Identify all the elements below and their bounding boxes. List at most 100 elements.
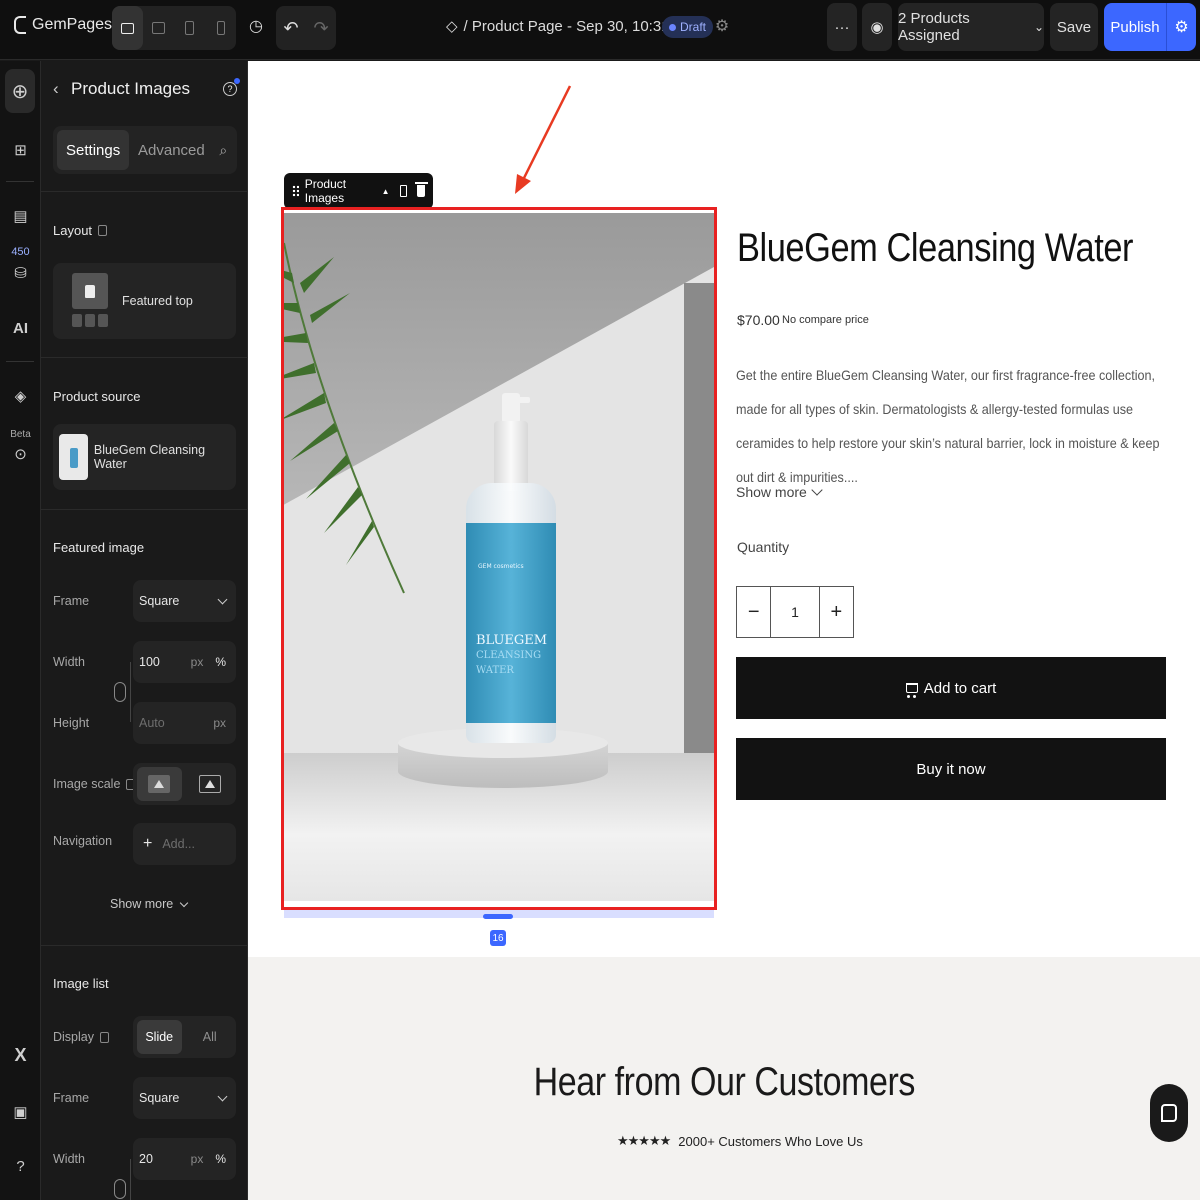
image-scale-text: Image scale bbox=[53, 777, 121, 791]
chevron-down-icon bbox=[811, 483, 823, 496]
search-icon[interactable]: ⌕ bbox=[213, 130, 233, 170]
tag-icon: ◇ bbox=[446, 18, 458, 35]
mobile-view-button[interactable] bbox=[205, 6, 236, 50]
plus-icon: + bbox=[143, 835, 153, 852]
tab-advanced[interactable]: Advanced bbox=[133, 130, 209, 170]
pages-icon[interactable]: ▤ bbox=[0, 205, 41, 227]
quantity-value[interactable]: 1 bbox=[770, 587, 820, 637]
navigation-label: Navigation bbox=[53, 834, 113, 848]
height-label: Height bbox=[53, 716, 90, 730]
spacing-value-badge: 16 bbox=[490, 930, 506, 946]
red-arrow-annotation bbox=[515, 85, 572, 194]
frame-select[interactable]: Square bbox=[133, 580, 236, 622]
featured-image-label: Featured image bbox=[53, 540, 145, 555]
display-slide-option[interactable]: Slide bbox=[137, 1020, 182, 1054]
gempages-logo-icon bbox=[14, 16, 26, 34]
database-icon[interactable]: ⛁ bbox=[0, 262, 41, 284]
featured-top-layout-icon bbox=[72, 273, 108, 329]
chevron-down-icon: ⌄ bbox=[1033, 20, 1044, 34]
testimonials-title[interactable]: Hear from Our Customers bbox=[0, 1060, 1200, 1105]
panel-divider bbox=[41, 357, 248, 358]
status-dot-icon bbox=[669, 23, 676, 31]
height-input[interactable]: Auto px bbox=[133, 702, 236, 744]
beta-feature-icon[interactable]: ⊙ bbox=[0, 443, 41, 465]
buy-now-button[interactable]: Buy it now bbox=[736, 738, 1166, 800]
layers-icon[interactable]: ◈ bbox=[0, 385, 41, 407]
image-scale-fill-option[interactable] bbox=[188, 767, 233, 801]
unit-px[interactable]: px bbox=[191, 655, 204, 669]
product-source-picker[interactable]: BlueGem Cleansing Water bbox=[53, 424, 236, 490]
link-ratio-icon[interactable] bbox=[114, 682, 126, 702]
chevron-down-icon bbox=[179, 898, 189, 907]
width-value: 100 bbox=[139, 655, 160, 669]
undo-redo-group: ↶ ↷ bbox=[276, 6, 336, 50]
frame-label: Frame bbox=[53, 594, 90, 608]
tablet-view-button[interactable] bbox=[174, 6, 205, 50]
image-fill-icon bbox=[198, 775, 221, 793]
desktop-view-button[interactable] bbox=[112, 6, 143, 50]
products-assigned-dropdown[interactable]: 2 Products Assigned ⌄ bbox=[898, 3, 1044, 51]
resize-handle[interactable] bbox=[483, 914, 513, 919]
redo-button[interactable]: ↷ bbox=[306, 6, 336, 50]
image-list-label: Image list bbox=[53, 976, 109, 991]
product-title[interactable]: BlueGem Cleansing Water bbox=[737, 226, 1134, 271]
buy-now-label: Buy it now bbox=[916, 760, 986, 778]
display-label: Display bbox=[53, 1030, 109, 1044]
testimonials-subtitle[interactable]: ★★★★★ 2000+ Customers Who Love Us bbox=[617, 1133, 863, 1149]
sections-icon[interactable]: ⊞ bbox=[0, 139, 41, 161]
add-element-icon[interactable]: ⊕ bbox=[5, 69, 35, 113]
product-thumbnail bbox=[59, 434, 88, 480]
rating-stars-icon: ★★★★★ bbox=[617, 1133, 671, 1148]
tab-settings[interactable]: Settings bbox=[57, 130, 130, 170]
layout-picker[interactable]: Featured top bbox=[53, 263, 236, 339]
publish-button[interactable]: Publish ⚙ bbox=[1104, 3, 1196, 51]
duplicate-icon[interactable] bbox=[399, 185, 408, 197]
display-all-option[interactable]: All bbox=[188, 1020, 233, 1054]
width-input[interactable]: 100 px% bbox=[133, 641, 236, 683]
preview-button[interactable]: ◉ bbox=[862, 3, 892, 51]
width-label: Width bbox=[53, 655, 85, 669]
unit-px[interactable]: px bbox=[191, 1152, 204, 1166]
back-chevron-icon[interactable]: ‹ bbox=[53, 79, 71, 99]
chat-widget-button[interactable] bbox=[1150, 1084, 1188, 1142]
device-icon bbox=[98, 225, 108, 236]
publish-settings-gear-icon[interactable]: ⚙ bbox=[1166, 3, 1196, 51]
beta-label: Beta bbox=[10, 428, 31, 440]
panel-tabs: Settings Advanced ⌕ bbox=[53, 126, 237, 174]
product-description[interactable]: Get the entire BlueGem Cleansing Water, … bbox=[736, 358, 1168, 494]
image-scale-label: Image scale bbox=[53, 777, 136, 791]
unit-percent[interactable]: % bbox=[215, 1152, 226, 1166]
help-icon[interactable]: ? bbox=[0, 1155, 41, 1177]
app-logo[interactable]: GemPages 7 bbox=[14, 16, 125, 34]
translate-icon[interactable]: ⚙ bbox=[712, 16, 732, 36]
add-to-cart-button[interactable]: Add to cart bbox=[736, 657, 1166, 719]
element-toolbar-label[interactable]: Product Images bbox=[305, 177, 376, 205]
products-assigned-label: 2 Products Assigned bbox=[898, 10, 970, 44]
selected-element-outline bbox=[281, 207, 717, 910]
more-options-button[interactable]: ··· bbox=[827, 3, 857, 51]
quantity-decrease-button[interactable]: − bbox=[737, 587, 770, 637]
chevron-down-icon bbox=[217, 594, 228, 604]
help-icon[interactable]: ? bbox=[223, 78, 240, 96]
link-ratio-icon[interactable] bbox=[114, 1179, 126, 1199]
quantity-increase-button[interactable]: + bbox=[820, 587, 853, 637]
product-price[interactable]: $70.00 bbox=[737, 312, 780, 328]
history-icon[interactable]: ◷ bbox=[246, 16, 266, 36]
drag-handle-icon[interactable] bbox=[292, 185, 299, 197]
navigation-add[interactable]: + Add... bbox=[133, 823, 236, 865]
add-to-cart-label: Add to cart bbox=[923, 679, 997, 697]
unit-percent[interactable]: % bbox=[215, 655, 226, 669]
top-bar: GemPages 7 ◷ ↶ ↷ ◇ / Product Page - Sep … bbox=[0, 0, 1200, 60]
description-show-more[interactable]: Show more bbox=[736, 483, 823, 500]
show-more-button[interactable]: Show more bbox=[110, 897, 189, 911]
width-input[interactable]: 20 px% bbox=[133, 1138, 236, 1180]
laptop-view-button[interactable] bbox=[143, 6, 174, 50]
compare-price[interactable]: No compare price bbox=[782, 314, 869, 326]
image-scale-fit-option[interactable] bbox=[137, 767, 182, 801]
save-button[interactable]: Save bbox=[1050, 3, 1098, 51]
caret-up-icon[interactable]: ▲ bbox=[382, 187, 390, 196]
trash-icon[interactable] bbox=[415, 182, 428, 197]
undo-button[interactable]: ↶ bbox=[276, 6, 306, 50]
ai-icon[interactable]: AI bbox=[0, 317, 41, 339]
image-fit-icon bbox=[148, 775, 171, 793]
